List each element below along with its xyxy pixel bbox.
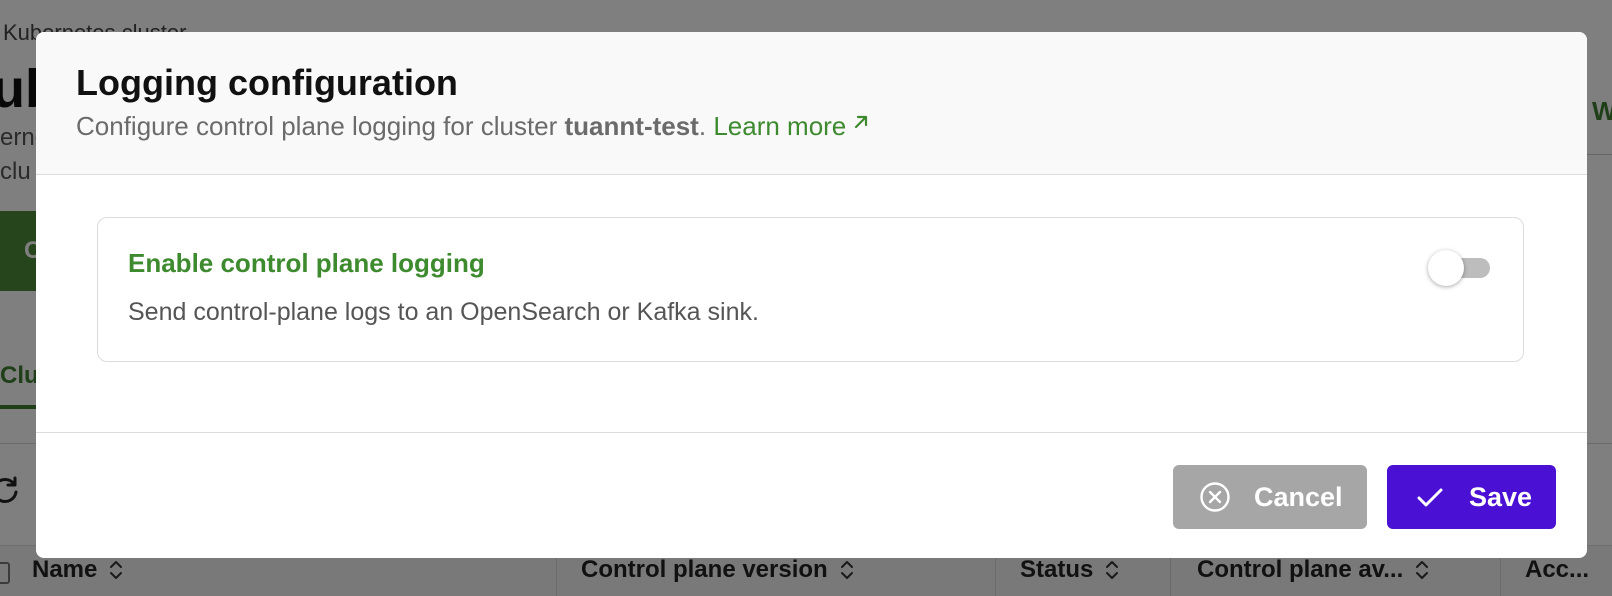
save-label: Save bbox=[1469, 482, 1533, 512]
dialog-title: Logging configuration bbox=[76, 62, 458, 103]
cancel-button[interactable]: Cancel bbox=[1173, 465, 1367, 529]
dialog-subtitle: Configure control plane logging for clus… bbox=[76, 111, 870, 142]
dialog-body: Enable control plane logging Send contro… bbox=[36, 175, 1587, 431]
toggle-knob bbox=[1428, 250, 1464, 286]
check-icon bbox=[1417, 488, 1443, 507]
enable-logging-toggle[interactable] bbox=[1428, 250, 1494, 286]
page: Kubernetes cluster ub erne clu C Clu W N… bbox=[0, 0, 1612, 596]
learn-more-link[interactable]: Learn more bbox=[713, 111, 870, 141]
cluster-name: tuannt-test bbox=[564, 111, 699, 141]
subtitle-text: Configure control plane logging for clus… bbox=[76, 111, 565, 141]
dialog-header: Logging configuration Configure control … bbox=[36, 32, 1587, 175]
dialog-footer: Cancel Save bbox=[36, 432, 1587, 558]
subtitle-period: . bbox=[698, 111, 707, 141]
learn-more-label: Learn more bbox=[713, 111, 847, 141]
setting-title: Enable control plane logging bbox=[128, 248, 485, 278]
logging-configuration-dialog: Logging configuration Configure control … bbox=[36, 32, 1587, 558]
save-button[interactable]: Save bbox=[1387, 465, 1556, 529]
arrow-up-right-icon bbox=[855, 115, 868, 129]
cancel-label: Cancel bbox=[1254, 482, 1343, 512]
setting-description: Send control-plane logs to an OpenSearch… bbox=[128, 298, 759, 326]
logging-setting-card: Enable control plane logging Send contro… bbox=[97, 217, 1524, 362]
x-circle-icon bbox=[1200, 482, 1230, 512]
